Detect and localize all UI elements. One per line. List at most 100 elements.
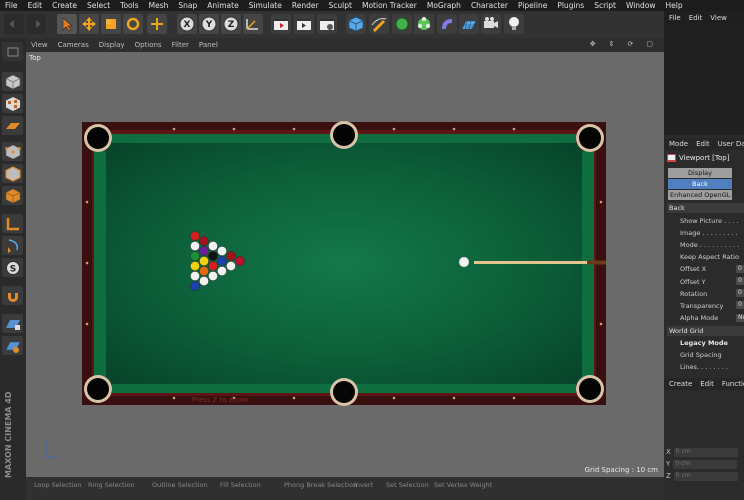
points-mode-button[interactable]	[2, 142, 23, 161]
make-editable-button[interactable]	[2, 42, 23, 61]
add-nurbs-button[interactable]	[392, 14, 412, 34]
object-menu-file[interactable]: File	[664, 14, 684, 22]
model-mode-button[interactable]	[2, 72, 23, 91]
workplane-lock-button[interactable]	[2, 314, 23, 333]
menu-simulate[interactable]: Simulate	[244, 1, 287, 10]
menu-snap[interactable]: Snap	[173, 1, 202, 10]
edges-mode-button[interactable]	[2, 164, 23, 183]
menu-script[interactable]: Script	[589, 1, 621, 10]
y-axis-button[interactable]: Y	[199, 14, 219, 34]
object-menu-edit[interactable]: Edit	[684, 14, 706, 22]
menu-edit[interactable]: Edit	[23, 1, 48, 10]
prop-row[interactable]: Show Picture . . . .	[680, 215, 744, 226]
coord-value-field[interactable]: 0 cm	[673, 447, 738, 457]
menu-plugins[interactable]: Plugins	[552, 1, 589, 10]
prop-row[interactable]: Alpha Mode None	[680, 313, 744, 324]
prop-row[interactable]: Rotation 0 °	[680, 288, 744, 299]
menu-render[interactable]: Render	[287, 1, 324, 10]
prop-row[interactable]: Mode . . . . . . . . . .	[680, 239, 744, 250]
menu-tools[interactable]: Tools	[115, 1, 143, 10]
move-view-icon[interactable]: ✥	[585, 40, 601, 48]
attr-menu-user-data[interactable]: User Data	[713, 140, 744, 148]
viewport-top[interactable]: Top Press Z to zoom Grid Spacing: 10 cm	[26, 52, 664, 477]
move-tool-button[interactable]	[79, 14, 99, 34]
x-axis-button[interactable]: X	[177, 14, 197, 34]
undo-button[interactable]	[4, 14, 24, 34]
menu-file[interactable]: File	[0, 1, 23, 10]
rotate-view-icon[interactable]: ⟳	[623, 40, 639, 48]
menu-window[interactable]: Window	[621, 1, 661, 10]
menu-mesh[interactable]: Mesh	[144, 1, 174, 10]
tab-enhanced-opengl[interactable]: Enhanced OpenGL	[668, 190, 732, 200]
coord-menu-function[interactable]: Function	[717, 380, 744, 388]
bottom-cmd-outline-selection[interactable]: Outline Selection	[152, 481, 208, 491]
add-deformer-button[interactable]	[437, 14, 457, 34]
scale-tool-button[interactable]	[101, 14, 121, 34]
coord-menu-edit[interactable]: Edit	[695, 380, 717, 388]
polygons-mode-button[interactable]	[2, 186, 23, 205]
coord-value-field[interactable]: 0 cm	[673, 459, 738, 469]
bottom-cmd-phong-break-selection[interactable]: Phong Break Selection	[284, 481, 357, 491]
prop-value-field[interactable]: 0 %	[736, 301, 744, 310]
tab-display[interactable]: Display	[668, 168, 732, 178]
viewport-menu-options[interactable]: Options	[130, 41, 167, 49]
maximize-view-icon[interactable]: ▢	[641, 40, 658, 48]
bottom-cmd-ring-selection[interactable]: Ring Selection	[88, 481, 135, 491]
texture-mode-button[interactable]	[2, 94, 23, 113]
add-array-button[interactable]	[414, 14, 434, 34]
bottom-cmd-invert[interactable]: Invert	[354, 481, 373, 491]
add-tool-button[interactable]	[147, 14, 167, 34]
add-light-button[interactable]	[504, 14, 524, 34]
zoom-view-icon[interactable]: ⇕	[604, 40, 620, 48]
attr-menu-edit[interactable]: Edit	[691, 140, 713, 148]
menu-select[interactable]: Select	[82, 1, 115, 10]
prop-row[interactable]: Keep Aspect Ratio	[680, 252, 744, 263]
prop-value-field[interactable]: 0	[736, 264, 744, 273]
prop-value-field[interactable]: 0 °	[736, 289, 744, 298]
viewport-menu-filter[interactable]: Filter	[167, 41, 194, 49]
add-floor-button[interactable]	[459, 14, 479, 34]
bottom-cmd-set-vertex-weight[interactable]: Set Vertex Weight	[434, 481, 492, 491]
menu-create[interactable]: Create	[47, 1, 82, 10]
add-cube-button[interactable]	[346, 14, 366, 34]
add-spline-button[interactable]	[369, 14, 389, 34]
menu-mograph[interactable]: MoGraph	[422, 1, 466, 10]
prop-grid-spacing[interactable]: Grid Spacing	[680, 349, 744, 360]
menu-motion-tracker[interactable]: Motion Tracker	[357, 1, 422, 10]
live-selection-button[interactable]	[57, 14, 77, 34]
viewport-menu-panel[interactable]: Panel	[194, 41, 223, 49]
render-settings-button[interactable]	[317, 14, 337, 34]
render-picture-viewer-button[interactable]	[294, 14, 314, 34]
viewport-menu-view[interactable]: View	[26, 41, 53, 49]
prop-row[interactable]: Image . . . . . . . . .	[680, 227, 744, 238]
viewport-menu-cameras[interactable]: Cameras	[53, 41, 94, 49]
object-menu-view[interactable]: View	[705, 14, 730, 22]
prop-row[interactable]: Offset X 0	[680, 264, 744, 275]
prop-lines[interactable]: Lines. . . . . . . .	[680, 361, 744, 372]
menu-help[interactable]: Help	[661, 1, 688, 10]
magnet-snap-button[interactable]	[2, 286, 23, 305]
coordinate-system-button[interactable]	[243, 14, 263, 34]
attr-menu-mode[interactable]: Mode	[664, 140, 691, 148]
prop-legacy-mode[interactable]: Legacy Mode	[680, 337, 744, 348]
menu-sculpt[interactable]: Sculpt	[324, 1, 357, 10]
axis-mode-button[interactable]	[2, 214, 23, 233]
object-manager-list[interactable]	[664, 25, 744, 135]
bottom-cmd-loop-selection[interactable]: Loop Selection	[34, 481, 82, 491]
bottom-cmd-set-selection[interactable]: Set Selection	[386, 481, 429, 491]
tweak-mode-button[interactable]	[2, 236, 23, 255]
coord-menu-create[interactable]: Create	[664, 380, 695, 388]
snap-button[interactable]: S	[2, 258, 23, 277]
menu-character[interactable]: Character	[466, 1, 513, 10]
redo-button[interactable]	[26, 14, 46, 34]
viewport-menu-display[interactable]: Display	[94, 41, 130, 49]
bottom-cmd-fill-selection[interactable]: Fill Selection	[220, 481, 261, 491]
add-camera-button[interactable]	[481, 14, 501, 34]
grid-mode-button[interactable]	[2, 336, 23, 355]
prop-row[interactable]: Transparency 0 %	[680, 300, 744, 311]
menu-pipeline[interactable]: Pipeline	[513, 1, 552, 10]
prop-row[interactable]: Offset Y 0	[680, 276, 744, 287]
coord-value-field[interactable]: 0 cm	[673, 471, 738, 481]
prop-value-field[interactable]: 0	[736, 277, 744, 285]
tab-back[interactable]: Back	[668, 179, 732, 189]
